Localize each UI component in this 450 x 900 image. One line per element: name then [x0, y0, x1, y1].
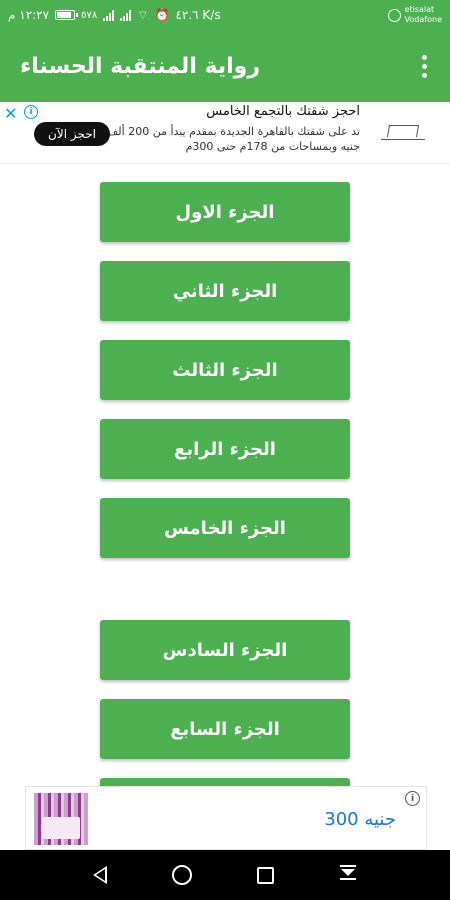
signal-icon	[103, 9, 115, 21]
part-7-button[interactable]: الجزء السابع	[100, 699, 350, 759]
arrow-shape	[341, 869, 356, 876]
dot-icon	[421, 54, 427, 60]
signal-icon-2	[120, 9, 132, 21]
status-bar: ١٢:٢٧ م ٥٧٨ ⌔ ⏰ ٤٢.٦ K/s etisalat Vodafo…	[0, 0, 450, 30]
logo-roof-shape	[386, 124, 420, 137]
clock-text: ١٢:٢٧ م	[8, 8, 50, 22]
part-5-button[interactable]: الجزء الخامس	[100, 498, 350, 558]
notification-pull-icon[interactable]	[339, 865, 357, 885]
alarm-icon: ⏰	[154, 8, 170, 22]
ad-headline[interactable]: احجز شقتك بالتجمع الخامس	[206, 104, 360, 119]
dot-icon	[421, 63, 427, 69]
whatsapp-icon	[387, 8, 401, 22]
line-shape	[340, 878, 357, 880]
bottom-ad-banner[interactable]: جنيه 300 i	[25, 786, 427, 850]
part-6-button[interactable]: الجزء السادس	[100, 620, 350, 680]
wifi-icon: ⌔	[137, 7, 149, 22]
back-icon[interactable]	[92, 866, 107, 884]
dot-icon	[421, 72, 427, 78]
ad-price-text[interactable]: جنيه 300	[324, 809, 396, 830]
carrier-2-text: Vodafone	[404, 15, 442, 24]
status-left: ١٢:٢٧ م ٥٧٨ ⌔ ⏰ ٤٢.٦ K/s	[8, 8, 221, 23]
ad-thumbnail-image[interactable]	[34, 793, 88, 845]
network-speed-text: ٤٢.٦ K/s	[175, 8, 221, 22]
part-1-button[interactable]: الجزء الاول	[100, 182, 350, 242]
part-4-button[interactable]: الجزء الرابع	[100, 419, 350, 479]
ad-logo	[378, 120, 428, 148]
app-title: رواية المنتقبة الحسناء	[20, 53, 261, 79]
ad-info-icon[interactable]: i	[405, 791, 420, 806]
battery-text: ٥٧٨	[81, 9, 98, 21]
ad-info-icon[interactable]: i	[24, 105, 38, 119]
status-right: etisalat Vodafone	[387, 5, 442, 25]
carrier-1-text: etisalat	[404, 5, 435, 14]
app-bar: رواية المنتقبة الحسناء	[0, 30, 450, 102]
recent-apps-icon[interactable]	[257, 866, 275, 884]
ad-close-icon[interactable]: ✕	[4, 104, 17, 123]
overflow-menu-button[interactable]	[414, 51, 434, 81]
system-nav-bar	[0, 850, 450, 900]
line-shape	[340, 865, 357, 867]
logo-base-shape	[381, 138, 425, 144]
carrier-info: etisalat Vodafone	[405, 5, 442, 25]
ad-body[interactable]: تد على شقتك بالقاهرة الجديدة بمقدم يبدأ …	[90, 124, 360, 154]
part-2-button[interactable]: الجزء الثاني	[100, 261, 350, 321]
part-3-button[interactable]: الجزء الثالث	[100, 340, 350, 400]
ad-cta-button[interactable]: احجز الآن	[34, 122, 110, 146]
parts-list: الجزء الاول الجزء الثاني الجزء الثالث ال…	[0, 164, 450, 838]
home-icon[interactable]	[171, 865, 192, 885]
battery-icon	[55, 10, 79, 20]
